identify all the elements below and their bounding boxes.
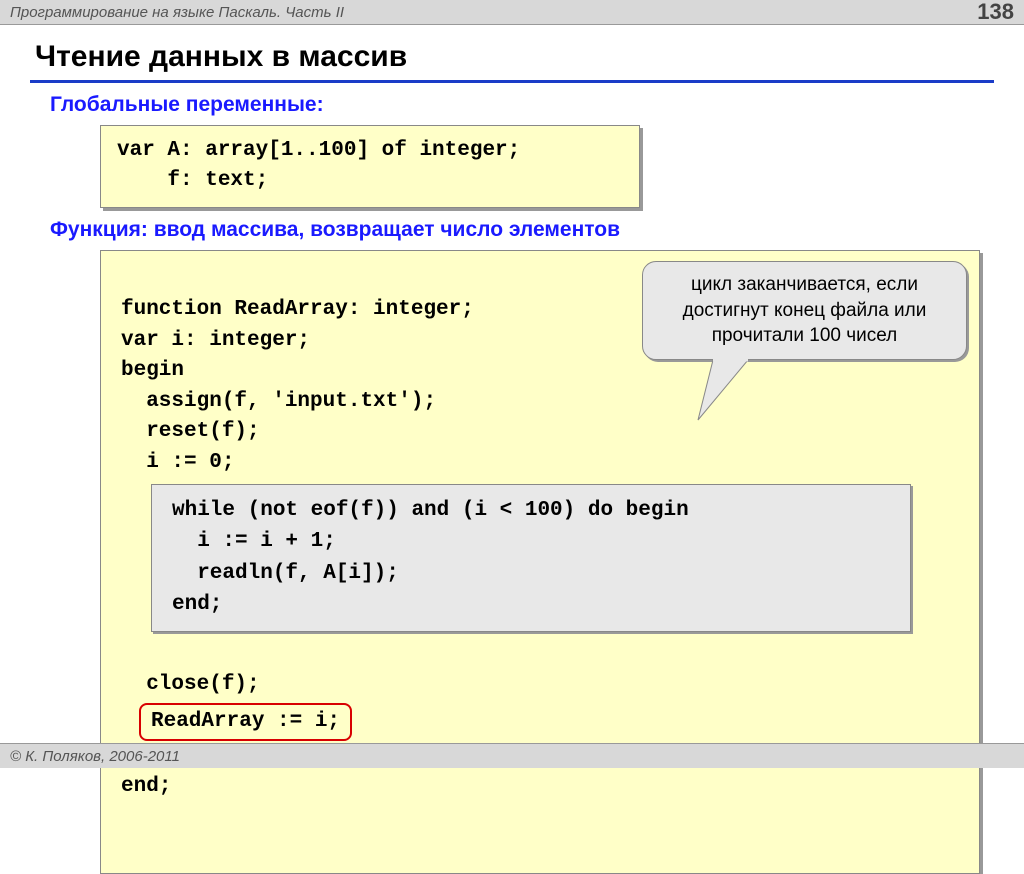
callout-tail-icon bbox=[693, 355, 763, 425]
code-while-loop: while (not eof(f)) and (i < 100) do begi… bbox=[151, 484, 911, 632]
code-return-highlight: ReadArray := i; bbox=[139, 703, 352, 741]
page-number: 138 bbox=[977, 0, 1014, 25]
code-function-top: function ReadArray: integer; var i: inte… bbox=[121, 298, 474, 473]
section-global-vars: Глобальные переменные: bbox=[50, 93, 1024, 117]
code-close: close(f); bbox=[121, 673, 260, 696]
title-underline bbox=[30, 80, 994, 83]
callout-bubble: цикл заканчивается, если достигнут конец… bbox=[642, 261, 967, 360]
code-function: function ReadArray: integer; var i: inte… bbox=[100, 250, 980, 874]
code-global-vars: var A: array[1..100] of integer; f: text… bbox=[100, 125, 640, 208]
section-function: Функция: ввод массива, возвращает число … bbox=[50, 218, 1024, 242]
slide-header: Программирование на языке Паскаль. Часть… bbox=[0, 0, 1024, 25]
slide-footer: © К. Поляков, 2006-2011 bbox=[0, 743, 1024, 768]
slide-title: Чтение данных в массив bbox=[35, 40, 1024, 74]
callout-text: цикл заканчивается, если достигнут конец… bbox=[683, 274, 927, 346]
breadcrumb: Программирование на языке Паскаль. Часть… bbox=[10, 4, 344, 21]
copyright: © К. Поляков, 2006-2011 bbox=[10, 748, 180, 765]
code-end: end; bbox=[121, 775, 171, 798]
